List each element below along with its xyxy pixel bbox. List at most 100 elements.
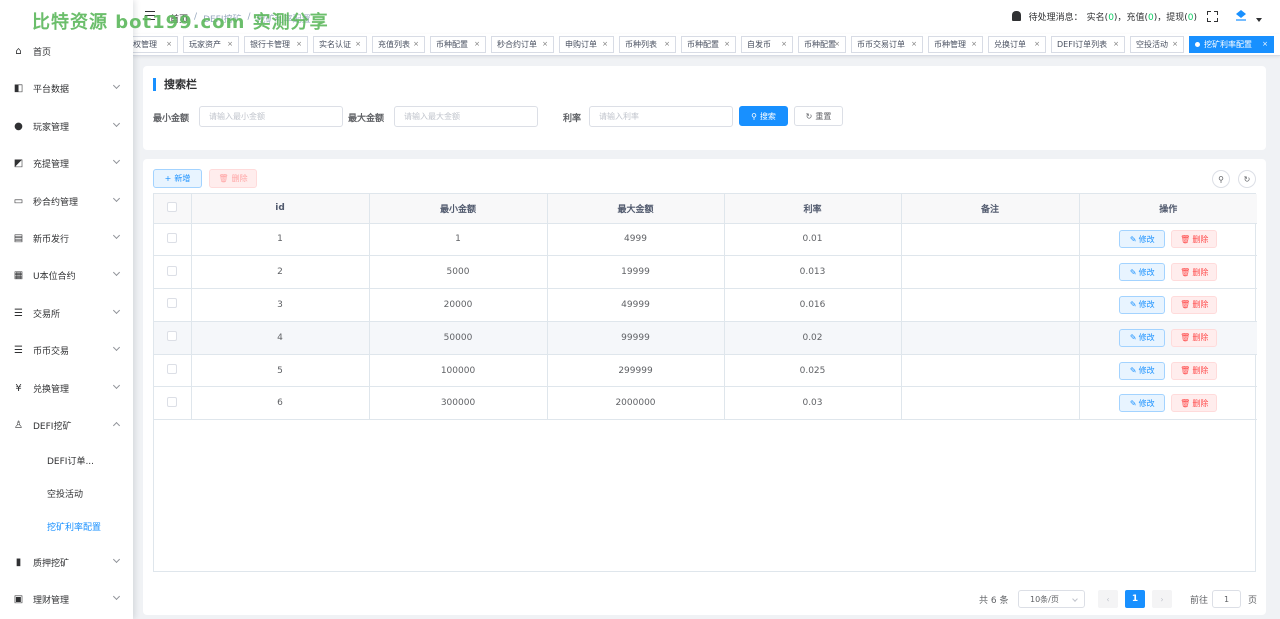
row-select-cell[interactable] [154,223,192,257]
next-page-button[interactable]: › [1152,590,1172,608]
tag-item[interactable]: 币种配置 × [681,36,736,53]
tag-item[interactable]: 充值列表 × [372,36,425,53]
close-icon[interactable]: × [664,40,670,48]
select-all-checkbox[interactable] [167,201,178,212]
menu-item[interactable]: ♙ DEFI挖矿 [0,407,133,444]
row-checkbox[interactable] [167,396,178,407]
menu-item[interactable]: ● 玩家管理 [0,108,133,145]
notice-item-label[interactable]: 充值 [1126,13,1144,23]
tag-item[interactable]: 币种配置 × [430,36,486,53]
menu-item[interactable]: ☰ 交易所 [0,295,133,332]
bell-icon[interactable] [1011,11,1021,21]
tag-active[interactable]: 挖矿利率配置 × [1189,36,1274,53]
menu-item[interactable]: ▦ U本位合约 [0,257,133,294]
edit-button[interactable]: ✎ 修改 [1119,328,1166,347]
batch-delete-button[interactable]: 🗑︎ 删除 [209,169,257,188]
row-select-cell[interactable] [154,386,192,421]
menu-item[interactable]: ▤ 新币发行 [0,220,133,257]
page-number-current[interactable]: 1 [1125,590,1145,608]
tag-item[interactable]: 币种列表 × [619,36,676,53]
close-icon[interactable]: × [1262,40,1268,48]
menu-item[interactable]: ☰ 币币交易 [0,332,133,369]
close-icon[interactable]: × [724,40,730,48]
row-checkbox[interactable] [167,265,178,276]
row-checkbox[interactable] [167,364,178,375]
prev-page-button[interactable]: ‹ [1098,590,1118,608]
tag-item[interactable]: 币种配置 × [798,36,846,53]
tag-item[interactable]: 自发币 × [741,36,793,53]
tag-item[interactable]: 权管理 × [133,36,178,53]
menu-item[interactable]: ¥ 兑换管理 [0,370,133,407]
tag-item[interactable]: 空投活动 × [1130,36,1184,53]
add-button[interactable]: + 新增 [153,169,202,188]
menu-item[interactable]: ▭ 秒合约管理 [0,183,133,220]
submenu-item[interactable]: 挖矿利率配置 [0,510,133,543]
delete-button[interactable]: 🗑︎ 删除 [1171,263,1218,282]
fullscreen-icon[interactable] [1207,10,1218,22]
submenu-item[interactable]: 空投活动 [0,477,133,510]
menu-item[interactable]: ▮ 质押挖矿 [0,544,133,581]
close-icon[interactable]: × [971,40,977,48]
close-icon[interactable]: × [1034,40,1040,48]
edit-button[interactable]: ✎ 修改 [1119,394,1166,413]
edit-button[interactable]: ✎ 修改 [1119,361,1166,380]
row-checkbox[interactable] [167,298,178,309]
avatar[interactable] [1234,9,1248,23]
row-select-cell[interactable] [154,321,192,355]
delete-button[interactable]: 🗑︎ 删除 [1171,230,1218,249]
tag-item[interactable]: 币种管理 × [928,36,983,53]
notice-item-label[interactable]: 提现 [1166,13,1184,23]
close-icon[interactable]: × [355,40,361,48]
delete-button[interactable]: 🗑︎ 删除 [1171,328,1218,347]
page-size-select[interactable]: 10条/页 [1018,590,1085,608]
submenu-item[interactable]: DEFI订单... [0,444,133,477]
delete-button[interactable]: 🗑︎ 删除 [1171,361,1218,380]
max-amount-input[interactable] [394,106,538,127]
close-icon[interactable]: × [413,40,419,48]
row-select-cell[interactable] [154,255,192,290]
menu-item[interactable]: ⌂ 首页 [0,33,133,70]
menu-item[interactable]: ◩ 充提管理 [0,145,133,182]
tag-item[interactable]: DEFI订单列表 × [1051,36,1125,53]
row-checkbox[interactable] [167,232,178,243]
min-amount-input[interactable] [199,106,343,127]
close-icon[interactable]: × [474,40,480,48]
rate-input[interactable] [589,106,733,127]
close-icon[interactable]: × [227,40,233,48]
edit-button[interactable]: ✎ 修改 [1119,263,1166,282]
toggle-search-button[interactable]: ⚲ [1212,170,1230,188]
reset-button[interactable]: ↻ 重置 [794,106,843,126]
row-checkbox[interactable] [167,331,178,342]
tag-item[interactable]: 秒合约订单 × [491,36,554,53]
edit-button[interactable]: ✎ 修改 [1119,230,1166,249]
edit-button[interactable]: ✎ 修改 [1119,295,1166,314]
notice-item-label[interactable]: 实名 [1087,13,1105,23]
caret-down-icon[interactable] [1256,18,1262,22]
page-size-value: 10条/页 [1030,594,1059,604]
close-icon[interactable]: × [1113,40,1119,48]
tag-item[interactable]: 申购订单 × [559,36,614,53]
close-icon[interactable]: × [1172,40,1178,48]
close-icon[interactable]: × [542,40,548,48]
tag-item[interactable]: 币币交易订单 × [851,36,923,53]
tag-item[interactable]: 银行卡管理 × [244,36,308,53]
row-select-cell[interactable] [154,288,192,322]
close-icon[interactable]: × [296,40,302,48]
row-select-cell[interactable] [154,354,192,388]
delete-button[interactable]: 🗑︎ 删除 [1171,295,1218,314]
close-icon[interactable]: × [602,40,608,48]
search-button[interactable]: ⚲ 搜索 [739,106,788,126]
select-all-cell[interactable] [154,194,192,224]
tag-item[interactable]: 实名认证 × [313,36,367,53]
tag-item[interactable]: 兑换订单 × [988,36,1046,53]
close-icon[interactable]: × [834,40,840,48]
menu-item[interactable]: ▣ 理财管理 [0,581,133,618]
goto-page-input[interactable]: 1 [1212,590,1241,608]
delete-button[interactable]: 🗑︎ 删除 [1171,394,1218,413]
tag-item[interactable]: 玩家资产 × [183,36,239,53]
close-icon[interactable]: × [911,40,917,48]
menu-item[interactable]: ◧ 平台数据 [0,70,133,107]
close-icon[interactable]: × [781,40,787,48]
refresh-button[interactable]: ↻ [1238,170,1256,188]
close-icon[interactable]: × [166,40,172,48]
